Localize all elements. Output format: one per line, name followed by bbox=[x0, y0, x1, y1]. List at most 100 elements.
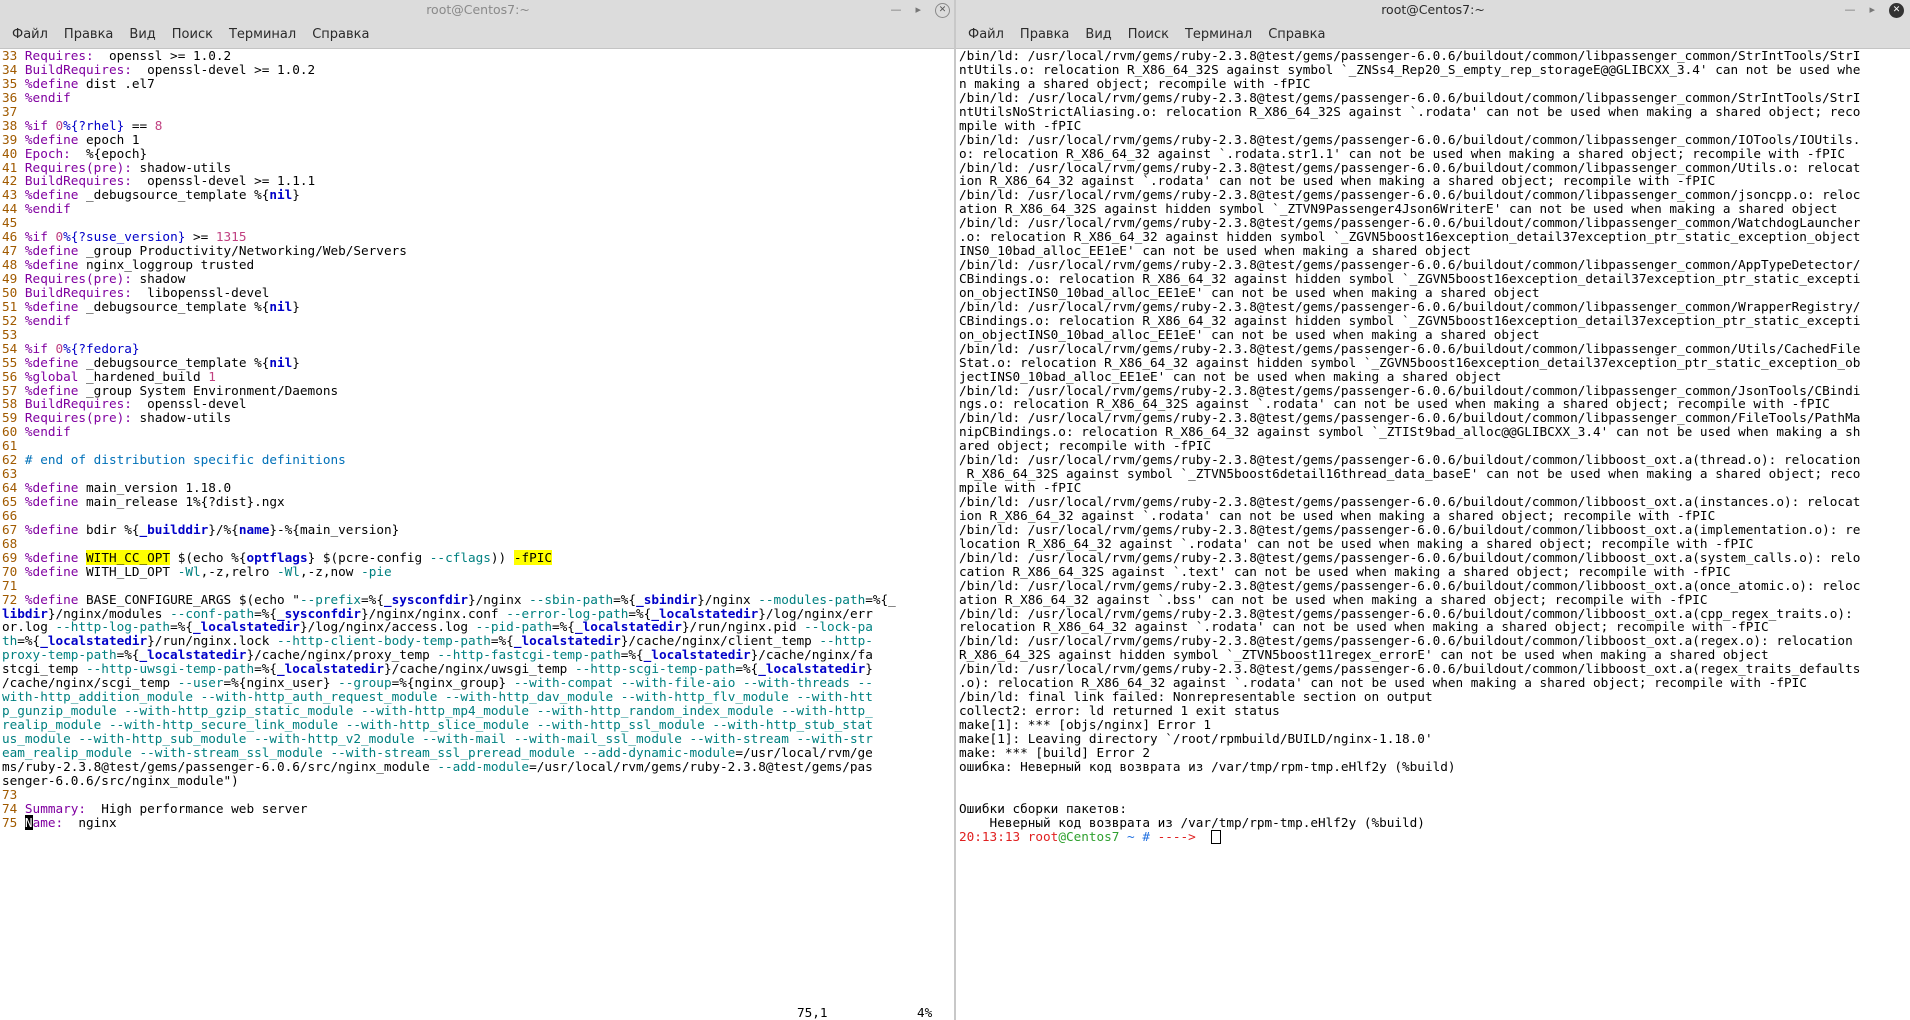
right-terminal-window[interactable]: root@Centos7:~ — ▸ ✕ Файл Правка Вид Поиск Т… bbox=[956, 0, 1910, 1020]
close-icon[interactable]: ✕ bbox=[1889, 2, 1904, 18]
code-token: --with-http_v2_module bbox=[254, 730, 415, 746]
vim-statusline: 75,1 4% bbox=[0, 1005, 956, 1020]
code-token: libopenssl-devel bbox=[131, 284, 270, 300]
menu-item[interactable]: Поиск bbox=[164, 27, 221, 42]
code-token: 0 bbox=[55, 117, 64, 133]
code-token: 0 bbox=[55, 229, 64, 245]
code-token: %{epoch} bbox=[70, 145, 148, 161]
editor-line: 65 %define main_release 1%{?dist}.ngx bbox=[2, 495, 956, 509]
maximize-icon[interactable]: ▸ bbox=[915, 0, 921, 20]
code-token: --cflags bbox=[429, 549, 491, 565]
line-number: 33 bbox=[2, 48, 25, 63]
left-titlebar[interactable]: root@Centos7:~ — ▸ ✕ bbox=[0, 0, 956, 20]
menu-item[interactable]: Вид bbox=[121, 27, 163, 42]
shell-prompt[interactable]: 20:13:13 root@Centos7 ~ # ----> bbox=[959, 829, 1910, 844]
code-token: nginx bbox=[63, 814, 117, 830]
code-token: _localstatedir bbox=[574, 619, 682, 635]
code-token: =%{ bbox=[116, 647, 140, 663]
menu-item[interactable]: Справка bbox=[304, 27, 377, 42]
code-token: # end of distribution specific definitio… bbox=[24, 452, 346, 468]
code-token: main_version 1.18.0 bbox=[78, 480, 232, 496]
code-token: BASE_CONFIGURE_ARGS $(echo " bbox=[78, 591, 300, 607]
left-terminal-window[interactable]: root@Centos7:~ — ▸ ✕ Файл Правка Вид Поиск Т… bbox=[0, 0, 956, 1020]
editor-line: 42 BuildRequires: openssl-devel >= 1.1.1 bbox=[2, 174, 956, 188]
output-line: ntUtilsNoStrictAliasing.o: relocation R_… bbox=[959, 103, 1861, 119]
terminal-cursor bbox=[1211, 830, 1222, 844]
editor-line: 71 bbox=[2, 578, 956, 593]
code-token: %{?rhel} bbox=[63, 117, 125, 133]
menu-item[interactable]: Правка bbox=[1012, 27, 1077, 42]
line-number: 64 bbox=[2, 480, 25, 496]
code-token: us_module bbox=[2, 730, 71, 746]
code-token: _debugsource_template %{ bbox=[78, 354, 270, 370]
code-token: %define bbox=[24, 298, 79, 314]
menu-item[interactable]: Файл bbox=[4, 27, 56, 42]
code-token: --with-http_ bbox=[781, 703, 873, 719]
editor-line: 46 %if 0%{?suse_version} >= 1315 bbox=[2, 230, 956, 244]
code-token: Requires(pre): bbox=[24, 159, 132, 175]
editor-line: 72 %define BASE_CONFIGURE_ARGS $(echo "-… bbox=[2, 591, 956, 607]
line-number: 53 bbox=[2, 326, 25, 342]
code-token: ,-z,now bbox=[299, 563, 362, 579]
menu-item[interactable]: Терминал bbox=[1177, 27, 1260, 42]
minimize-icon[interactable]: — bbox=[890, 0, 901, 20]
vim-editor[interactable]: 33 Requires: openssl >= 1.0.2 34 BuildReq… bbox=[0, 49, 956, 1020]
line-number: 38 bbox=[2, 117, 25, 133]
code-token: %global bbox=[24, 368, 79, 384]
line-number: 49 bbox=[2, 271, 25, 286]
code-token: =%{ bbox=[735, 661, 759, 677]
code-token: -Wl bbox=[177, 563, 201, 579]
code-token: --error-log-path bbox=[506, 605, 629, 621]
output-line: o: relocation R_X86_64_32 against `.roda… bbox=[959, 145, 1846, 161]
editor-line: 61 bbox=[2, 439, 956, 453]
line-number: 62 bbox=[2, 452, 25, 468]
code-token: --with-str bbox=[796, 730, 873, 746]
editor-line: 43 %define _debugsource_template %{nil} bbox=[2, 188, 956, 202]
menu-item[interactable]: Вид bbox=[1077, 27, 1119, 42]
close-icon[interactable]: ✕ bbox=[935, 2, 950, 18]
code-token: ame: bbox=[32, 814, 64, 830]
code-token: _group System Environment/Daemons bbox=[78, 382, 339, 398]
terminal-output[interactable]: /bin/ld: /usr/local/rvm/gems/ruby-2.3.8@… bbox=[956, 49, 1910, 1020]
code-token: =%{ bbox=[17, 633, 41, 649]
line-number: 41 bbox=[2, 159, 25, 175]
code-token: _sysconfdir bbox=[383, 591, 468, 607]
code-token: --http-uwsgi-temp-path bbox=[86, 661, 255, 677]
editor-line: 67 %define bdir %{_builddir}/%{name}-%{m… bbox=[2, 521, 956, 537]
output-line: /bin/ld: /usr/local/rvm/gems/ruby-2.3.8@… bbox=[959, 340, 1861, 356]
code-token: %define bbox=[24, 521, 79, 537]
output-line: Ошибки сборки пакетов: bbox=[959, 800, 1128, 816]
menu-item[interactable]: Поиск bbox=[1120, 27, 1177, 42]
code-token: --http-fastcgi-temp-path bbox=[437, 647, 621, 663]
output-line: make[1]: Leaving directory `/root/rpmbui… bbox=[959, 730, 1433, 746]
output-line: mpile with -fPIC bbox=[959, 117, 1082, 133]
menu-item[interactable]: Правка bbox=[56, 27, 121, 42]
code-token: =%{ bbox=[254, 661, 278, 677]
menu-item[interactable]: Терминал bbox=[221, 27, 304, 42]
code-token: --http- bbox=[819, 633, 873, 649]
right-titlebar[interactable]: root@Centos7:~ — ▸ ✕ bbox=[956, 0, 1910, 20]
minimize-icon[interactable]: — bbox=[1844, 0, 1855, 20]
code-token: }/run/nginx.pid bbox=[681, 619, 805, 635]
code-token: _localstatedir bbox=[277, 661, 384, 677]
output-line: /bin/ld: /usr/local/rvm/gems/ruby-2.3.8@… bbox=[959, 633, 1853, 649]
code-token: --add-dynamic-module bbox=[582, 744, 736, 760]
line-number: 59 bbox=[2, 410, 25, 426]
menu-item[interactable]: Справка bbox=[1260, 27, 1333, 42]
maximize-icon[interactable]: ▸ bbox=[1869, 0, 1875, 20]
code-token: %define bbox=[24, 563, 79, 579]
code-token: } bbox=[865, 661, 873, 677]
code-token: BuildRequires: bbox=[24, 284, 132, 300]
code-token: _sbindir bbox=[636, 591, 698, 607]
code-token: _hardened_build bbox=[78, 368, 209, 384]
editor-line: 68 bbox=[2, 536, 956, 551]
menu-item[interactable]: Файл bbox=[960, 27, 1012, 42]
